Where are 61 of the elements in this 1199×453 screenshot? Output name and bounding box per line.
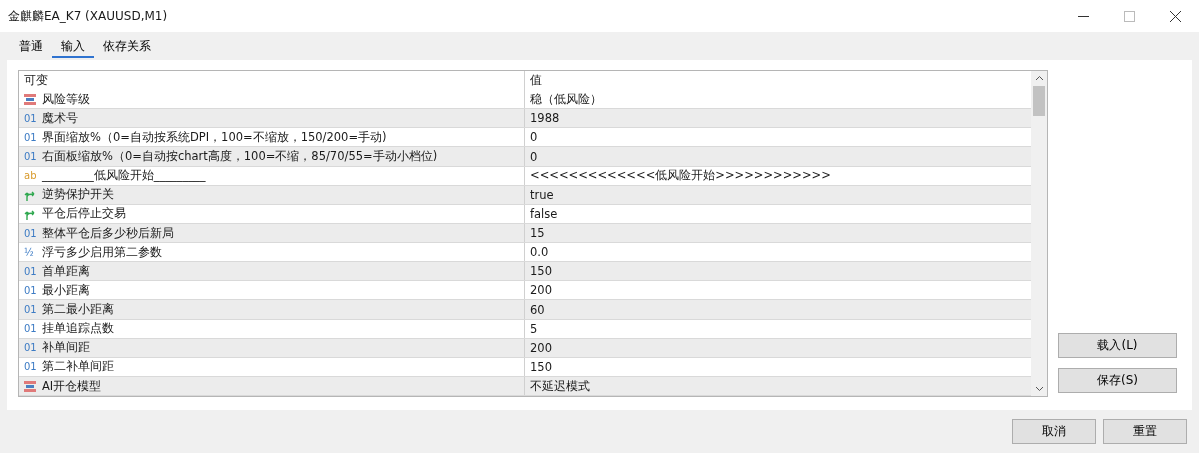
column-header: 可变 — [19, 71, 525, 91]
parameter-name: 平仓后停止交易 — [42, 206, 126, 222]
tab[interactable]: 依存关系 — [94, 38, 160, 58]
parameter-name: AI开仓模型 — [42, 378, 102, 394]
type-label: ab — [24, 170, 36, 182]
parameter-value[interactable]: 5 — [530, 321, 538, 336]
parameter-value[interactable]: 1988 — [530, 111, 560, 126]
parameter-value[interactable]: 0 — [530, 149, 538, 164]
type-label: 01 — [24, 342, 36, 354]
parameter-value[interactable]: 200 — [530, 283, 552, 298]
parameter-name: 界面缩放%（0=自动按系统DPI，100=不缩放，150/200=手动) — [42, 129, 387, 145]
parameter-value[interactable]: false — [530, 206, 558, 221]
footer-button[interactable]: 取消 — [1012, 419, 1096, 444]
type-label: 01 — [24, 265, 36, 277]
window-title: 金麒麟EA_K7 (XAUUSD,M1) — [8, 7, 168, 25]
tab[interactable]: 输入 — [52, 38, 94, 58]
tab[interactable]: 普通 — [10, 38, 52, 58]
parameter-name: 第二补单间距 — [42, 359, 114, 375]
footer-button[interactable]: 重置 — [1103, 419, 1187, 444]
parameter-value[interactable]: true — [530, 187, 554, 202]
parameter-name: 风险等级 — [42, 91, 90, 107]
parameter-name: 魔术号 — [42, 110, 78, 126]
scroll-down-icon[interactable] — [1034, 386, 1044, 392]
parameter-value[interactable]: 0 — [530, 130, 538, 145]
parameter-name: 右面板缩放%（0=自动按chart高度，100=不缩，85/70/55=手动小档位) — [42, 149, 438, 165]
parameter-name: 浮亏多少启用第二参数 — [42, 244, 162, 260]
list-icon — [24, 93, 36, 105]
parameter-name: _________低风险开始_________ — [42, 168, 206, 184]
parameter-value[interactable]: 稳（低风险） — [530, 91, 602, 107]
parameter-value[interactable]: <<<<<<<<<<<<<低风险开始>>>>>>>>>>>> — [530, 168, 831, 184]
parameter-value[interactable]: 60 — [530, 302, 545, 317]
type-label: 01 — [24, 131, 36, 143]
parameter-value[interactable]: 不延迟模式 — [530, 378, 590, 394]
scroll-up-icon[interactable] — [1034, 75, 1044, 81]
parameter-value[interactable]: 150 — [530, 359, 552, 374]
type-label: 01 — [24, 284, 36, 296]
parameter-name: 补单间距 — [42, 340, 90, 356]
type-label: 01 — [24, 227, 36, 239]
side-button[interactable]: 保存(S) — [1058, 368, 1177, 393]
scrollbar[interactable] — [1031, 71, 1047, 396]
list-icon — [24, 380, 36, 392]
parameter-value[interactable]: 150 — [530, 264, 552, 279]
parameter-value[interactable]: 200 — [530, 340, 552, 355]
side-button[interactable]: 载入(L) — [1058, 333, 1177, 358]
parameter-name: 挂单追踪点数 — [42, 321, 114, 337]
column-header: 值 — [529, 72, 543, 90]
type-label: 01 — [24, 112, 36, 124]
type-label: 01 — [24, 304, 36, 316]
parameter-name: 逆势保护开关 — [42, 187, 114, 203]
parameter-name: 第二最小距离 — [42, 302, 114, 318]
type-label: 01 — [24, 361, 36, 373]
parameter-value[interactable]: 0.0 — [530, 245, 549, 260]
type-label: 01 — [24, 151, 36, 163]
type-label: 01 — [24, 323, 36, 335]
scroll-thumb[interactable] — [1033, 86, 1045, 116]
type-label: ½ — [24, 246, 35, 258]
parameter-value[interactable]: 15 — [530, 226, 545, 241]
parameter-name: 首单距离 — [42, 263, 90, 279]
close-icon[interactable] — [1170, 10, 1181, 22]
parameter-name: 最小距离 — [42, 282, 90, 298]
parameter-name: 整体平仓后多少秒后新局 — [42, 225, 174, 241]
